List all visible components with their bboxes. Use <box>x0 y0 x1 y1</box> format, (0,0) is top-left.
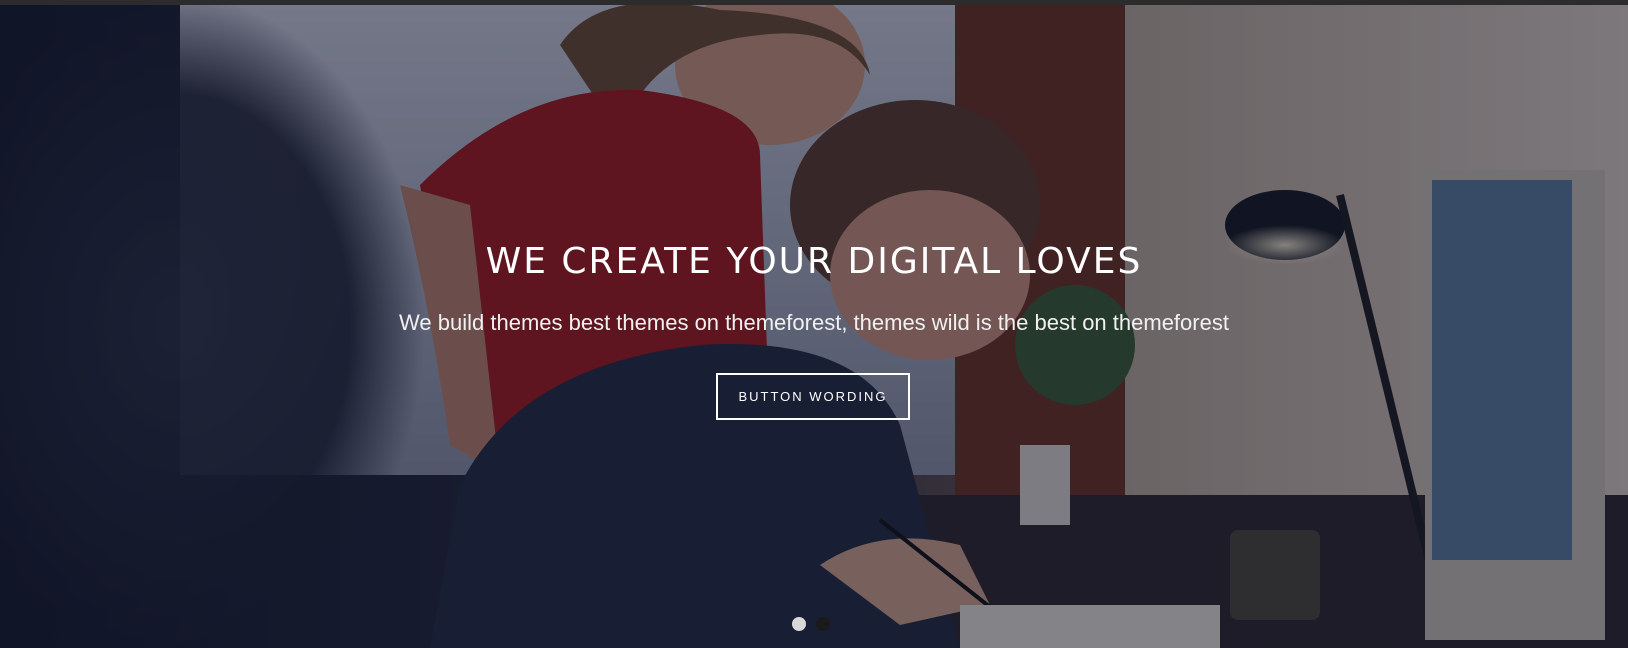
top-border-bar <box>0 0 1628 5</box>
slider-dot-1[interactable] <box>792 617 806 631</box>
hero-slider: WE CREATE YOUR DIGITAL LOVES We build th… <box>0 5 1628 648</box>
hero-content: WE CREATE YOUR DIGITAL LOVES We build th… <box>0 5 1628 648</box>
hero-subtitle: We build themes best themes on themefore… <box>399 310 1229 335</box>
hero-title: WE CREATE YOUR DIGITAL LOVES <box>485 241 1143 282</box>
slider-dot-2[interactable] <box>816 617 830 631</box>
slider-pagination <box>792 617 830 631</box>
hero-cta-button[interactable]: BUTTON WORDING <box>716 373 910 420</box>
